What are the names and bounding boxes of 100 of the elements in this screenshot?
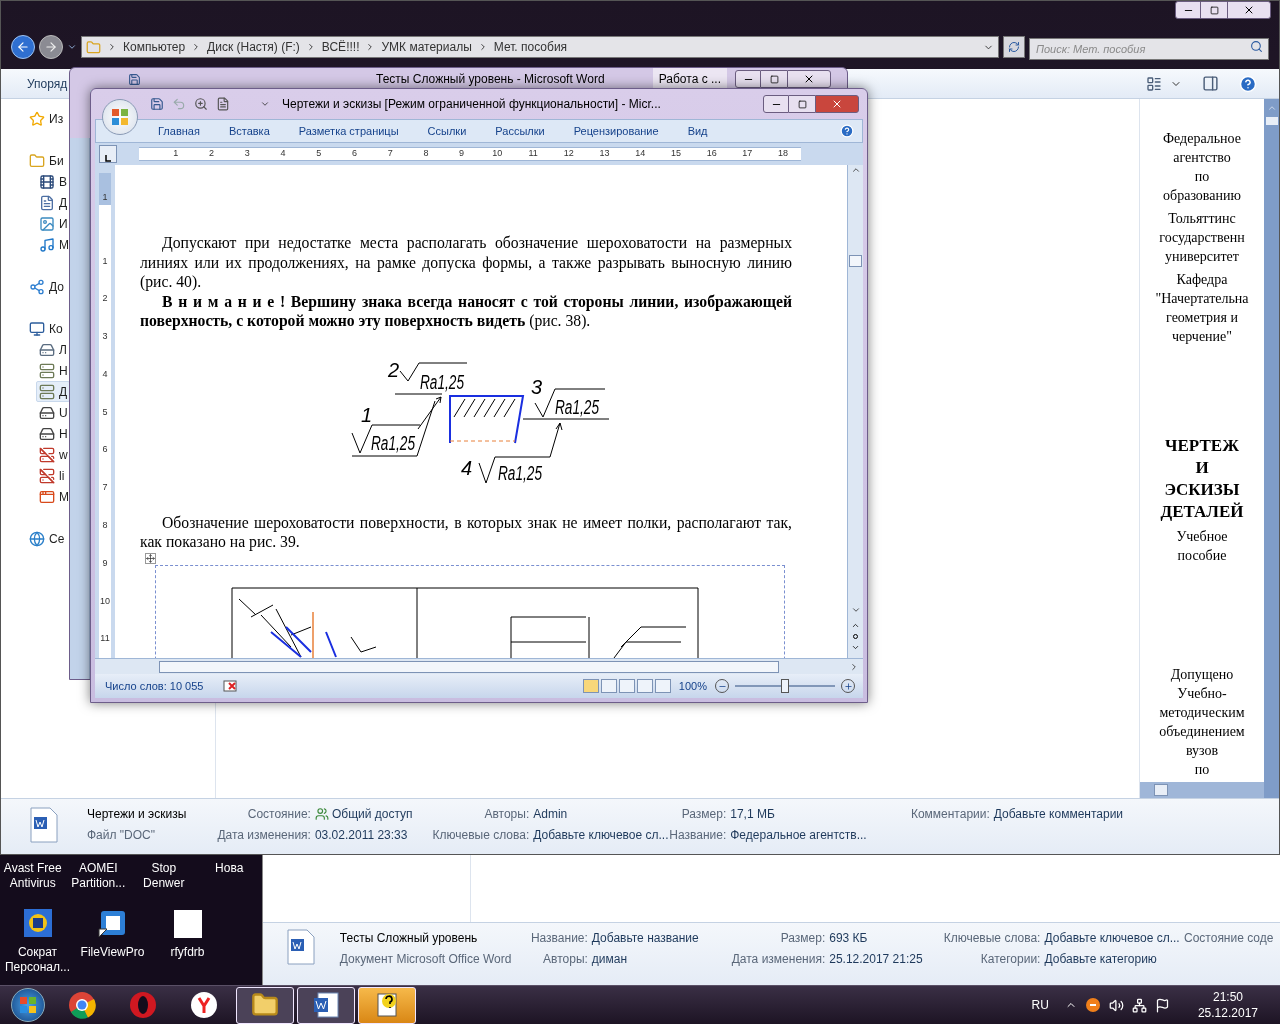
view-mode-button[interactable] [618,679,635,693]
help-icon[interactable] [1239,74,1257,93]
nav-item[interactable]: И [36,213,71,234]
close-button[interactable] [787,70,831,88]
breadcrumb[interactable]: Диск (Настя) (F:) [207,38,300,56]
view-mode-button[interactable] [636,679,653,693]
forward-button[interactable] [39,35,63,59]
vertical-scrollbar[interactable] [847,165,863,658]
context-tab[interactable]: Работа с ... [652,68,727,90]
save-icon[interactable] [150,97,164,111]
nav-item[interactable]: w [36,444,71,465]
clock[interactable]: 21:50 25.12.2017 [1197,989,1258,1021]
scrollbar-thumb[interactable] [1265,117,1278,125]
nav-item[interactable]: M [36,486,72,507]
desktop-icon-label[interactable]: Stop Denwer [131,861,197,891]
document-icon[interactable] [216,97,230,111]
nav-item[interactable]: Д [36,192,71,213]
zoom-level[interactable]: 100% [678,677,707,695]
nav-item[interactable]: H [36,423,71,444]
customize-dropdown-icon[interactable] [260,99,270,109]
antivirus-tray-icon[interactable] [1084,997,1101,1013]
back-button[interactable] [11,35,35,59]
desktop-icon-label[interactable]: AOMEI Partition... [65,861,131,891]
scroll-down-icon[interactable] [850,605,861,615]
language-indicator[interactable]: RU [1031,996,1049,1014]
next-page-icon[interactable] [851,643,860,652]
breadcrumb[interactable]: Мет. пособия [493,38,568,56]
search-field[interactable]: Поиск: Мет. пособия [1029,38,1269,60]
nav-item[interactable]: В [36,171,70,192]
scrollbar-thumb[interactable] [849,255,862,267]
volume-icon[interactable] [1108,997,1124,1013]
maximize-button[interactable] [761,70,787,88]
ribbon-tab[interactable]: Разметка страницы [298,122,399,140]
view-mode-button[interactable] [600,679,617,693]
preview-pane-icon[interactable] [1202,75,1219,92]
close-button[interactable] [1227,1,1271,19]
left-tab-icon [104,154,112,162]
office-button[interactable] [102,99,138,135]
taskbar-button[interactable] [236,986,294,1024]
zoom-slider[interactable] [735,679,835,693]
desktop-icon-label[interactable]: Сократ Персонал... [0,945,75,975]
proofing-icon[interactable] [223,679,240,693]
scroll-up-icon[interactable] [850,165,861,175]
taskbar-button[interactable] [358,986,416,1024]
previous-page-icon[interactable] [851,621,860,630]
detail-label: Категории: [979,951,1041,968]
ribbon-tab[interactable]: Ссылки [427,122,467,140]
view-options-icon[interactable] [1146,75,1162,92]
desktop-icon-label[interactable]: FileViewPro [80,945,145,960]
breadcrumb[interactable]: ВСЁ!!!! [321,38,360,56]
nav-item[interactable]: М [36,234,72,255]
help-document-icon [374,991,400,1019]
desktop-icon-label[interactable]: Нова [215,861,244,876]
history-dropdown-icon[interactable] [67,42,77,52]
ribbon-tab[interactable]: Рассылки [495,122,545,140]
desktop-icon-label[interactable]: rfyfdrb [170,945,205,960]
network-icon[interactable] [1131,997,1147,1013]
browser-icon [129,991,157,1019]
scroll-right-icon[interactable] [849,661,859,672]
nav-item[interactable]: Се [26,528,68,549]
vertical-scrollbar[interactable] [1264,99,1279,798]
breadcrumb[interactable]: УМК материалы [381,38,472,56]
ribbon-tab[interactable]: Главная [158,122,200,140]
save-icon[interactable] [128,72,141,86]
tab-selector-button[interactable] [99,145,117,163]
view-mode-button[interactable] [654,679,671,693]
horizontal-scrollbar[interactable] [1140,782,1264,798]
taskbar-button[interactable] [297,986,355,1024]
move-handle-icon[interactable] [145,552,156,564]
maximize-button[interactable] [789,95,815,113]
ribbon-tab[interactable]: Рецензирование [573,122,659,140]
refresh-button[interactable] [1003,36,1025,58]
nav-item[interactable]: li [36,465,68,486]
desktop-icon-label[interactable]: Avast Free Antivirus [0,861,66,891]
word-count[interactable]: Число слов: 10 055 [105,677,204,695]
users-icon [314,807,329,821]
nav-item[interactable]: Ко [26,318,66,339]
minimize-button[interactable] [1175,1,1201,19]
nav-item[interactable]: U [36,402,71,423]
minimize-button[interactable] [735,70,761,88]
detail-value: 25.12.2017 21:25 [829,951,923,968]
print-preview-icon[interactable] [194,97,208,111]
help-icon[interactable] [840,124,854,138]
nav-item[interactable]: Би [26,150,67,171]
roughness-value: Ra1,25 [555,395,620,418]
zoom-slider-thumb[interactable] [781,679,789,693]
maximize-button[interactable] [1201,1,1227,19]
address-bar[interactable]: Компьютер Диск (Настя) (F:) ВСЁ!!!! УМК материалы Мет. пособия [81,36,999,58]
horizontal-scrollbar[interactable] [95,658,863,674]
action-center-icon[interactable] [1154,997,1170,1013]
nav-item[interactable]: Из [26,108,67,129]
nav-item[interactable]: Л [36,339,70,360]
ribbon-tab[interactable]: Вид [687,122,708,140]
nav-item[interactable]: До [26,276,67,297]
nav-item[interactable]: Н [36,360,71,381]
organize-menu[interactable]: Упоряд [27,74,68,93]
breadcrumb[interactable]: Компьютер [123,38,186,56]
nav-item[interactable]: Д [36,381,71,402]
ribbon-tab[interactable]: Вставка [228,122,270,140]
minimize-button[interactable] [763,95,789,113]
